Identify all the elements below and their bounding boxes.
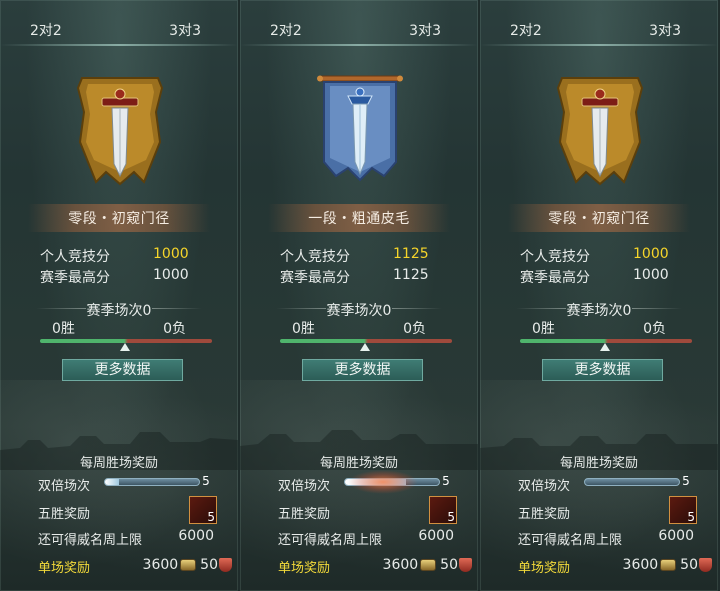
five-win-reward-icon[interactable]: 5 (189, 496, 217, 524)
five-win-label: 五胜奖励 (38, 507, 91, 522)
season-high-value: 1000 (633, 267, 669, 283)
personal-score-label: 个人竞技分 (520, 249, 590, 265)
limit-value: 6000 (178, 528, 214, 544)
single-reward-label: 单场奖励 (518, 561, 571, 576)
personal-score-value: 1000 (633, 246, 669, 262)
tab-2v2[interactable]: 2对2 (30, 20, 62, 40)
single-shield-value: 50 (440, 557, 458, 573)
losses-count: 0负 (643, 321, 666, 337)
shield-icon (459, 558, 472, 572)
win-loss-marker-icon (360, 343, 370, 351)
tab-2v2[interactable]: 2对2 (510, 20, 542, 40)
single-reward-values: 3600 50 (623, 557, 712, 573)
five-win-label: 五胜奖励 (278, 507, 331, 522)
wins-count: 0胜 (52, 321, 75, 337)
limit-label: 还可得威名周上限 (278, 533, 383, 548)
season-high-value: 1000 (153, 267, 189, 283)
single-shield-value: 50 (200, 557, 218, 573)
limit-value: 6000 (658, 528, 694, 544)
tab-divider (480, 44, 718, 46)
limit-label: 还可得威名周上限 (518, 533, 623, 548)
tab-3v3[interactable]: 3对3 (409, 20, 441, 40)
double-count-value: 5 (198, 473, 214, 489)
single-reward-values: 3600 50 (383, 557, 472, 573)
season-high-label: 赛季最高分 (520, 270, 590, 286)
tab-2v2[interactable]: 2对2 (270, 20, 302, 40)
mode-tabs: 2对2 3对3 (240, 0, 478, 46)
five-win-label: 五胜奖励 (518, 507, 571, 522)
coin-icon (420, 559, 437, 571)
coin-icon (180, 559, 197, 571)
weekly-reward-title: 每周胜场奖励 (559, 456, 638, 471)
more-data-button[interactable]: 更多数据 (62, 359, 183, 381)
personal-score-label: 个人竞技分 (40, 249, 110, 265)
weekly-reward-title: 每周胜场奖励 (79, 456, 158, 471)
single-shield-value: 50 (680, 557, 698, 573)
single-reward-label: 单场奖励 (38, 561, 91, 576)
gold-sword-banner-icon (556, 77, 644, 186)
single-reward-label: 单场奖励 (278, 561, 331, 576)
win-loss-marker-icon (600, 343, 610, 351)
losses-count: 0负 (403, 321, 426, 337)
losses-count: 0负 (163, 321, 186, 337)
wins-count: 0胜 (292, 321, 315, 337)
limit-value: 6000 (418, 528, 454, 544)
tab-3v3[interactable]: 3对3 (169, 20, 201, 40)
double-count-value: 5 (438, 473, 454, 489)
mode-tabs: 2对2 3对3 (0, 0, 238, 46)
rank-title: 零段・初窥门径 (28, 204, 210, 232)
season-high-label: 赛季最高分 (280, 270, 350, 286)
limit-label: 还可得威名周上限 (38, 533, 143, 548)
single-coin-value: 3600 (622, 557, 659, 573)
weekly-reward-title: 每周胜场奖励 (319, 456, 398, 471)
arena-rank-screen: 2对2 3对3 零段・初窥门径 个人竞技分 1000 赛季最高分 1000 赛季… (0, 0, 720, 591)
double-count-bar (344, 478, 440, 486)
season-matches: 赛季场次0 (86, 303, 152, 319)
single-coin-value: 3600 (382, 557, 419, 573)
season-high-value: 1125 (393, 267, 429, 283)
five-win-reward-icon[interactable]: 5 (669, 496, 697, 524)
five-win-count: 5 (207, 510, 215, 524)
rank-panel-3: 2对2 3对3 零段・初窥门径 个人竞技分 1000 赛季最高分 1000 赛季… (480, 0, 718, 591)
mode-tabs: 2对2 3对3 (480, 0, 718, 46)
rank-title: 零段・初窥门径 (508, 204, 690, 232)
season-matches: 赛季场次0 (326, 303, 392, 319)
single-coin-value: 3600 (142, 557, 179, 573)
season-matches: 赛季场次0 (566, 303, 632, 319)
season-high-label: 赛季最高分 (40, 270, 110, 286)
double-count-bar (584, 478, 680, 486)
more-data-button[interactable]: 更多数据 (302, 359, 423, 381)
personal-score-value: 1000 (153, 246, 189, 262)
tab-divider (240, 44, 478, 46)
five-win-count: 5 (687, 510, 695, 524)
shield-icon (699, 558, 712, 572)
wins-count: 0胜 (532, 321, 555, 337)
personal-score-label: 个人竞技分 (280, 249, 350, 265)
more-data-button[interactable]: 更多数据 (542, 359, 663, 381)
double-count-label: 双倍场次 (278, 479, 331, 494)
gold-sword-banner-icon (76, 77, 164, 186)
five-win-count: 5 (447, 510, 455, 524)
rank-panel-1: 2对2 3对3 零段・初窥门径 个人竞技分 1000 赛季最高分 1000 赛季… (0, 0, 238, 591)
coin-icon (660, 559, 677, 571)
double-count-value: 5 (678, 473, 694, 489)
single-reward-values: 3600 50 (143, 557, 232, 573)
double-count-label: 双倍场次 (518, 479, 571, 494)
blue-sword-banner-icon (317, 75, 403, 182)
rank-panel-2: 2对2 3对3 一段・粗通皮毛 个人竞技分 1125 赛季最高分 1125 赛季… (240, 0, 478, 591)
tab-3v3[interactable]: 3对3 (649, 20, 681, 40)
tab-divider (0, 44, 238, 46)
double-count-label: 双倍场次 (38, 479, 91, 494)
five-win-reward-icon[interactable]: 5 (429, 496, 457, 524)
personal-score-value: 1125 (393, 246, 429, 262)
double-count-bar (104, 478, 200, 486)
rank-title: 一段・粗通皮毛 (268, 204, 450, 232)
win-loss-marker-icon (120, 343, 130, 351)
shield-icon (219, 558, 232, 572)
